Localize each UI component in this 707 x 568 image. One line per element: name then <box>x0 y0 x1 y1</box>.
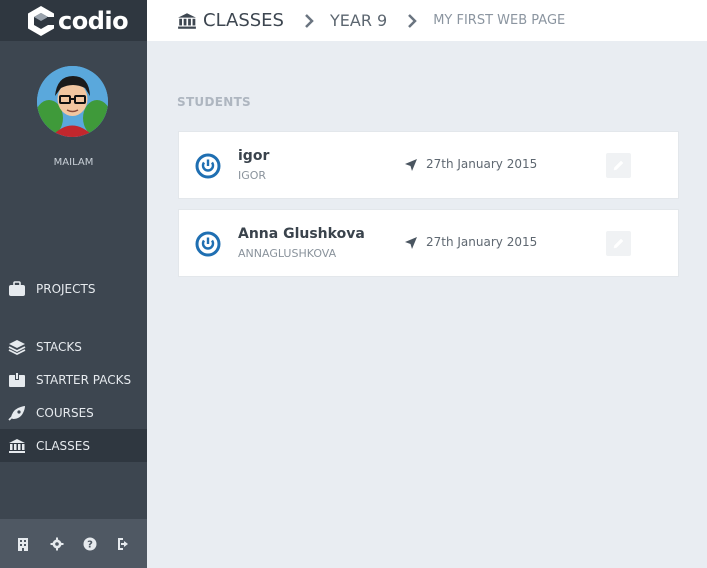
sidebar-footer: ? <box>0 519 147 568</box>
section-title: STUDENTS <box>177 95 252 109</box>
svg-text:?: ? <box>87 539 93 550</box>
help-icon[interactable]: ? <box>82 536 98 552</box>
layers-icon <box>8 338 26 356</box>
send-icon <box>405 237 417 249</box>
rocket-icon <box>8 404 26 422</box>
sidebar-item-label: CLASSES <box>36 438 90 453</box>
box-icon <box>8 371 26 389</box>
edit-button[interactable] <box>606 231 631 256</box>
student-username: IGOR <box>238 169 267 182</box>
sidebar-item-classes[interactable]: CLASSES <box>0 429 147 462</box>
chevron-right-icon <box>304 13 314 28</box>
breadcrumb-classes[interactable]: CLASSES <box>177 10 284 31</box>
sidebar-item-stacks[interactable]: STACKS <box>0 330 147 363</box>
pencil-icon <box>613 160 624 171</box>
gear-icon[interactable] <box>49 536 65 552</box>
breadcrumb-label: YEAR 9 <box>329 11 388 30</box>
sidebar-item-projects[interactable]: PROJECTS <box>0 272 147 305</box>
student-name: igor <box>238 148 270 164</box>
breadcrumb: CLASSES YEAR 9 MY FIRST WEB PAGE <box>147 0 707 41</box>
power-icon[interactable] <box>195 231 221 257</box>
power-icon[interactable] <box>195 153 221 179</box>
submission-date: 27th January 2015 <box>426 157 538 171</box>
avatar[interactable] <box>37 66 108 137</box>
avatar-image <box>37 66 108 137</box>
sidebar-item-label: PROJECTS <box>36 281 96 296</box>
submission-date: 27th January 2015 <box>426 235 538 249</box>
building-icon[interactable] <box>15 536 31 552</box>
logo-text: codio <box>58 6 129 35</box>
student-username: ANNAGLUSHKOVA <box>238 247 337 260</box>
logo[interactable]: codio <box>0 0 147 41</box>
institution-icon <box>178 12 196 29</box>
institution-icon <box>8 437 26 455</box>
student-name: Anna Glushkova <box>238 226 365 242</box>
sidebar-item-label: COURSES <box>36 405 94 420</box>
breadcrumb-label: CLASSES <box>203 10 284 31</box>
codio-logo-icon <box>28 5 55 36</box>
student-row[interactable]: Anna Glushkova ANNAGLUSHKOVA 27th Januar… <box>178 209 679 277</box>
edit-button[interactable] <box>606 153 631 178</box>
breadcrumb-label: MY FIRST WEB PAGE <box>433 13 566 28</box>
sidebar-item-courses[interactable]: COURSES <box>0 396 147 429</box>
chevron-right-icon <box>407 13 417 28</box>
send-icon <box>405 159 417 171</box>
username: MAILAM <box>53 157 94 168</box>
sidebar-item-starter-packs[interactable]: STARTER PACKS <box>0 363 147 396</box>
student-row[interactable]: igor IGOR 27th January 2015 <box>178 131 679 199</box>
pencil-icon <box>613 238 624 249</box>
briefcase-icon <box>8 280 26 298</box>
sidebar-item-label: STACKS <box>36 339 82 354</box>
sidebar: codio MAILAM PROJECTS STACKS STARTER PAC… <box>0 0 147 568</box>
sidebar-item-label: STARTER PACKS <box>36 372 132 387</box>
logout-icon[interactable] <box>116 536 132 552</box>
breadcrumb-assignment: MY FIRST WEB PAGE <box>433 13 565 28</box>
breadcrumb-year[interactable]: YEAR 9 <box>330 11 387 30</box>
